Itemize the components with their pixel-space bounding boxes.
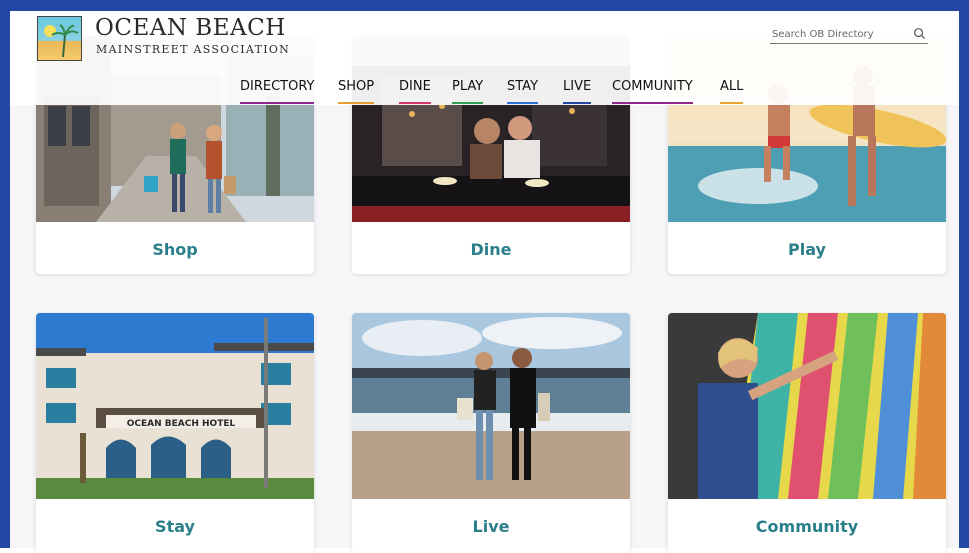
nav-label: ALL	[720, 79, 744, 94]
logo-title[interactable]: OCEAN BEACH	[95, 15, 286, 41]
card-community[interactable]: Community	[668, 313, 946, 553]
card-label: Dine	[470, 240, 512, 259]
nav-underline	[612, 102, 693, 104]
card-label: Shop	[152, 240, 198, 259]
site-header: OCEAN BEACH MAINSTREET ASSOCIATION DIREC…	[10, 11, 959, 105]
nav-underline	[507, 102, 539, 104]
card-stay[interactable]: OCEAN BEACH HOTEL Stay	[36, 313, 314, 553]
card-label: Stay	[155, 517, 195, 536]
search-input[interactable]	[772, 25, 902, 43]
card-label: Community	[755, 517, 859, 536]
nav-label: SHOP	[338, 79, 375, 94]
nav-play[interactable]: PLAY	[452, 79, 484, 105]
logo-subtitle: MAINSTREET ASSOCIATION	[96, 43, 291, 56]
nav-underline	[720, 102, 744, 104]
nav-underline	[240, 102, 315, 104]
mural-artist-photo	[668, 313, 946, 499]
pier-walk-photo	[352, 313, 630, 499]
nav-label: STAY	[507, 79, 539, 94]
nav-underline	[338, 102, 375, 104]
card-label: Play	[788, 240, 826, 259]
ocean-beach-hotel-photo: OCEAN BEACH HOTEL	[36, 313, 314, 499]
nav-community[interactable]: COMMUNITY	[612, 79, 693, 105]
nav-label: LIVE	[563, 79, 592, 94]
nav-directory[interactable]: DIRECTORY	[240, 79, 315, 105]
search-box	[770, 25, 928, 44]
nav-all[interactable]: ALL	[720, 79, 744, 105]
card-label: Live	[472, 517, 510, 536]
hotel-sign-text: OCEAN BEACH HOTEL	[127, 419, 236, 429]
nav-label: DINE	[399, 79, 431, 94]
search-icon[interactable]	[913, 27, 926, 40]
nav-dine[interactable]: DINE	[399, 79, 431, 105]
nav-underline	[399, 102, 431, 104]
logo-icon[interactable]	[37, 16, 82, 61]
nav-underline	[452, 102, 484, 104]
nav-label: COMMUNITY	[612, 79, 693, 94]
card-live[interactable]: Live	[352, 313, 630, 553]
main-nav: DIRECTORY SHOP DINE PLAY STAY LIVE COMMU…	[10, 79, 959, 105]
nav-label: DIRECTORY	[240, 79, 315, 94]
nav-shop[interactable]: SHOP	[338, 79, 375, 105]
nav-live[interactable]: LIVE	[563, 79, 592, 105]
nav-stay[interactable]: STAY	[507, 79, 539, 105]
nav-label: PLAY	[452, 79, 484, 94]
nav-underline	[563, 102, 592, 104]
